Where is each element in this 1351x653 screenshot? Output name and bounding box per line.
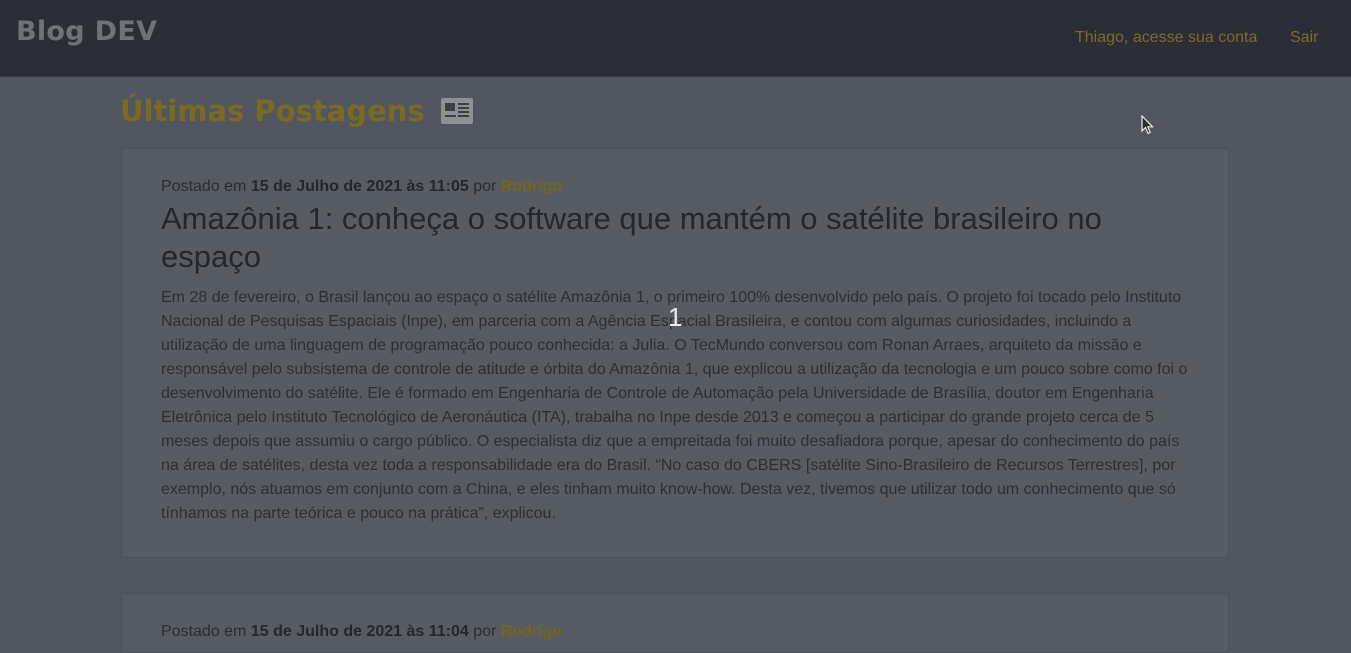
- post-meta-by: por: [473, 178, 497, 195]
- logout-link[interactable]: Sair: [1290, 29, 1318, 47]
- page-title: Últimas Postagens: [120, 94, 473, 128]
- post-author-link[interactable]: Rodrigo: [501, 178, 562, 195]
- newspaper-icon: [440, 98, 473, 124]
- post-meta-prefix: Postado em: [161, 623, 247, 640]
- post-meta: Postado em 15 de Julho de 2021 às 11:04 …: [161, 623, 562, 641]
- brand-logo[interactable]: Blog DEV: [16, 16, 157, 47]
- post-date: 15 de Julho de 2021 às 11:05: [250, 178, 469, 195]
- post-author-link[interactable]: Rodrigo: [501, 623, 562, 640]
- post-meta: Postado em 15 de Julho de 2021 às 11:05 …: [161, 178, 562, 196]
- post-card: Postado em 15 de Julho de 2021 às 11:04 …: [121, 593, 1229, 653]
- account-link[interactable]: Thiago, acesse sua conta: [1075, 29, 1257, 47]
- post-meta-prefix: Postado em: [161, 178, 247, 195]
- page-title-text: Últimas Postagens: [120, 94, 425, 128]
- post-meta-by: por: [473, 623, 497, 640]
- post-title[interactable]: Amazônia 1: conheça o software que manté…: [161, 200, 1171, 276]
- overlay-step-number: 1: [668, 302, 683, 332]
- post-date: 15 de Julho de 2021 às 11:04: [250, 623, 469, 640]
- top-navbar: Blog DEV Thiago, acesse sua conta Sair: [0, 0, 1351, 77]
- mouse-cursor-icon: [1141, 115, 1154, 135]
- post-card: Postado em 15 de Julho de 2021 às 11:05 …: [121, 148, 1229, 558]
